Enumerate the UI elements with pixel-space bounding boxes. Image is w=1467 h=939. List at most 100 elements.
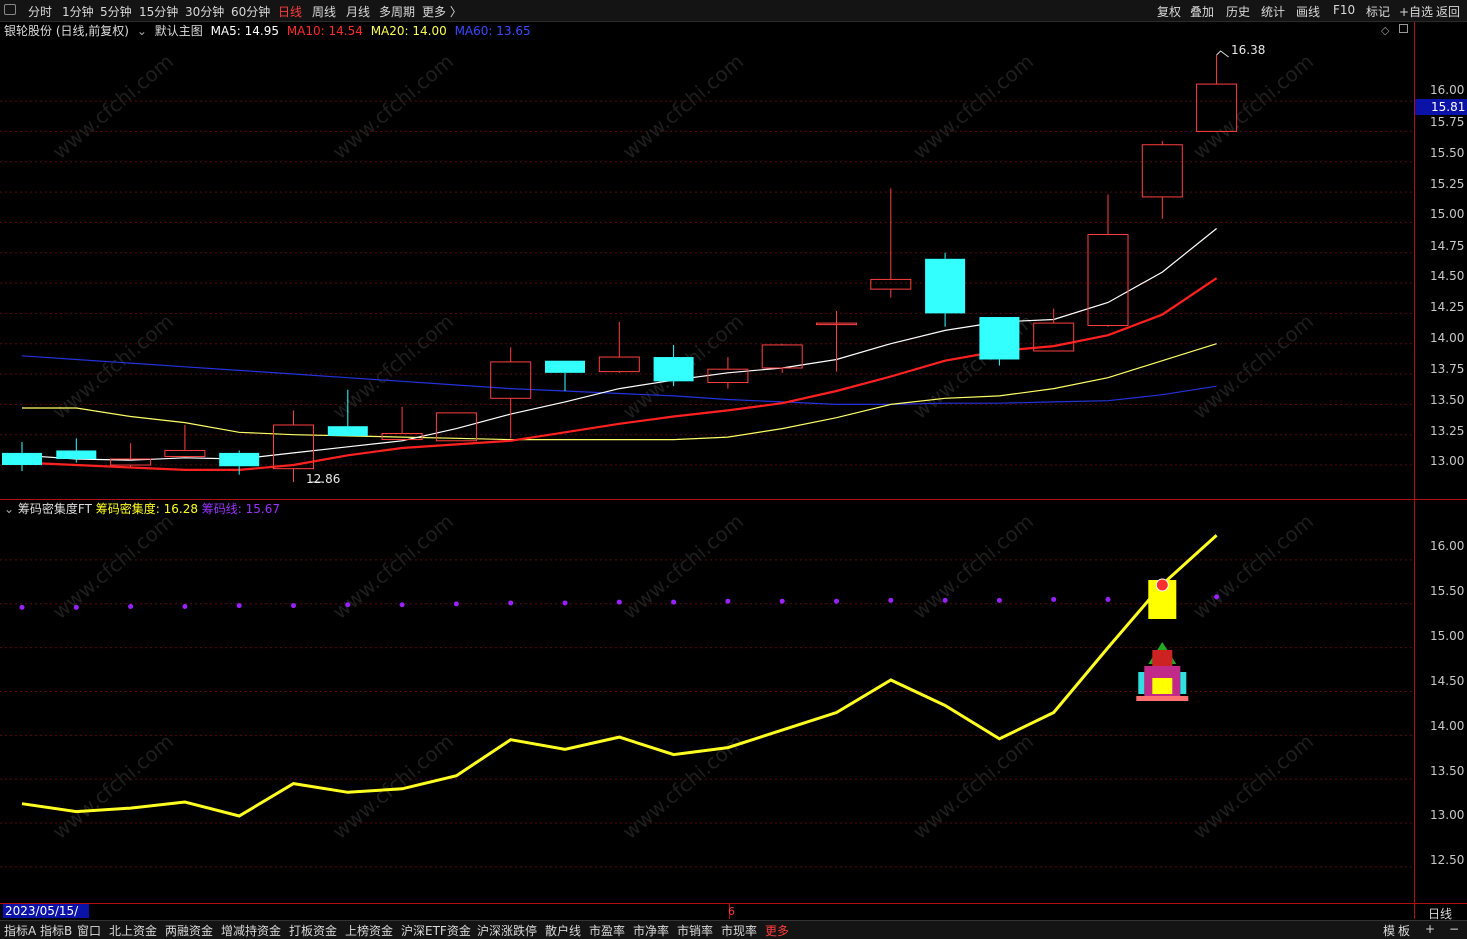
indicator-legend: ⌄ 筹码密集度FT 筹码密集度: 16.28 筹码线: 15.67	[4, 500, 280, 517]
diamond-icon[interactable]: ◇	[1381, 24, 1389, 37]
period-60min[interactable]: 60分钟	[231, 3, 270, 20]
zoom-out-button[interactable]: −	[1449, 922, 1459, 936]
watermark-text: www.cfchi.com	[1188, 309, 1318, 424]
price-tick: 14.00	[1430, 331, 1465, 345]
candle-body	[979, 317, 1020, 360]
price-tick: 15.00	[1430, 207, 1465, 221]
chipline-dot	[942, 597, 948, 603]
tab-limit-stats[interactable]: 沪深涨跌停	[477, 922, 537, 939]
price-tick: 14.75	[1430, 239, 1465, 253]
chipline-dot	[291, 603, 296, 609]
chipline-dot	[345, 602, 351, 608]
chipline-dot	[182, 603, 188, 609]
chipline-dot	[1214, 594, 1220, 600]
period-monthly[interactable]: 月线	[346, 3, 370, 20]
tab-retail[interactable]: 散户线	[545, 922, 581, 939]
tab-northbound[interactable]: 北上资金	[109, 922, 157, 939]
chipline-dot	[779, 598, 785, 604]
indicator-tabs-bar: 指标A 指标B 窗口 北上资金 两融资金 增减持资金 打板资金 上榜资金 沪深E…	[0, 920, 1467, 939]
density-line	[21, 534, 1218, 818]
period-15min[interactable]: 15分钟	[139, 3, 178, 20]
period-daily[interactable]: 日线	[278, 3, 302, 20]
indicator-tick: 15.50	[1430, 584, 1465, 598]
kline-chart[interactable]: www.cfchi.com www.cfchi.com www.cfchi.com w…	[0, 0, 1467, 938]
ma10-value: MA10: 14.54	[286, 24, 363, 38]
zoom-in-button[interactable]: +	[1425, 922, 1435, 936]
tab-indicator-b[interactable]: 指标B	[40, 922, 72, 939]
tab-pcf[interactable]: 市现率	[721, 922, 757, 939]
candle-body	[2, 452, 42, 466]
watermark-text: www.cfchi.com	[328, 49, 458, 164]
period-more[interactable]: 更多 〉	[422, 3, 462, 20]
add-watchlist-button[interactable]: +自选	[1399, 3, 1433, 20]
period-toolbar: 分时 1分钟 5分钟 15分钟 30分钟 60分钟 日线 周线 月线 多周期 更…	[0, 0, 1467, 22]
template-name[interactable]: 默认主图	[155, 24, 203, 38]
chipline-dot	[888, 597, 894, 603]
overlay-button[interactable]: 叠加	[1190, 3, 1214, 20]
watermark-text: www.cfchi.com	[908, 729, 1038, 844]
chipline-dot	[236, 603, 242, 609]
period-weekly[interactable]: 周线	[312, 3, 336, 20]
rocket-window-icon	[1152, 678, 1173, 694]
cursor-date: 2023/05/15/一	[3, 904, 89, 932]
tab-etf[interactable]: 沪深ETF资金	[401, 922, 471, 939]
period-5min[interactable]: 5分钟	[100, 3, 132, 20]
candle-body	[653, 357, 694, 382]
back-button[interactable]: 返回	[1436, 3, 1460, 20]
candle-body	[219, 452, 260, 467]
watermark-text: www.cfchi.com	[48, 309, 178, 424]
high-pointer	[1216, 50, 1229, 58]
ma20-value: MA20: 14.00	[370, 24, 447, 38]
watermark-text: www.cfchi.com	[1188, 729, 1318, 844]
period-30min[interactable]: 30分钟	[185, 3, 224, 20]
f10-button[interactable]: F10	[1333, 3, 1355, 17]
restore-window-icon[interactable]	[4, 4, 16, 15]
density-value: 筹码密集度: 16.28	[95, 502, 198, 516]
history-button[interactable]: 历史	[1226, 3, 1250, 20]
period-fenshi[interactable]: 分时	[28, 3, 52, 20]
indicator-name[interactable]: 筹码密集度FT	[18, 502, 92, 516]
mark-button[interactable]: 标记	[1366, 3, 1390, 20]
candle-body	[761, 344, 803, 369]
tab-billboard[interactable]: 上榜资金	[345, 922, 393, 939]
chipline-value: 筹码线: 15.67	[201, 502, 281, 516]
chipline-dot	[508, 600, 514, 606]
price-tick: 13.25	[1430, 424, 1465, 438]
tab-holdings[interactable]: 增减持资金	[221, 922, 281, 939]
price-tick: 15.50	[1430, 146, 1465, 160]
indicator-tick: 14.00	[1430, 719, 1465, 733]
tab-pb[interactable]: 市净率	[633, 922, 669, 939]
chipline-dot	[725, 598, 731, 604]
tab-window[interactable]: 窗口	[77, 922, 101, 939]
draw-button[interactable]: 画线	[1296, 3, 1320, 20]
maximize-icon[interactable]	[1399, 24, 1408, 33]
candle-body	[598, 356, 640, 373]
rocket-fin-left-icon	[1138, 672, 1145, 694]
chipline-dot	[671, 599, 677, 605]
indicator-tick: 15.00	[1430, 629, 1465, 643]
period-1min[interactable]: 1分钟	[62, 3, 94, 20]
tab-margin[interactable]: 两融资金	[165, 922, 213, 939]
low-annotation: 12.86	[306, 472, 341, 486]
period-multi[interactable]: 多周期	[379, 3, 415, 20]
indicator-chevron-icon[interactable]: ⌄	[4, 502, 14, 516]
chipline-dot	[1105, 596, 1111, 602]
tab-ps[interactable]: 市销率	[677, 922, 713, 939]
ma60-line	[21, 355, 1217, 405]
candle-body	[435, 412, 477, 442]
tab-pe[interactable]: 市盈率	[589, 922, 625, 939]
stock-name[interactable]: 银轮股份 (日线,前复权)	[4, 24, 129, 38]
stats-button[interactable]: 统计	[1261, 3, 1285, 20]
high-annotation: 16.38	[1231, 43, 1266, 57]
ma5-value: MA5: 14.95	[210, 24, 279, 38]
board-button[interactable]: 板	[1398, 922, 1410, 939]
tab-indicator-a[interactable]: 指标A	[4, 922, 36, 939]
price-tick: 15.25	[1430, 177, 1465, 191]
tab-more[interactable]: 更多	[765, 922, 789, 939]
template-chevron-icon[interactable]: ⌄	[137, 24, 147, 38]
chipline-dot	[399, 602, 405, 608]
mode-button[interactable]: 模	[1383, 922, 1395, 939]
adjust-button[interactable]: 复权	[1157, 3, 1181, 20]
tab-limit-up[interactable]: 打板资金	[289, 922, 337, 939]
watermark-text: www.cfchi.com	[1188, 509, 1318, 624]
